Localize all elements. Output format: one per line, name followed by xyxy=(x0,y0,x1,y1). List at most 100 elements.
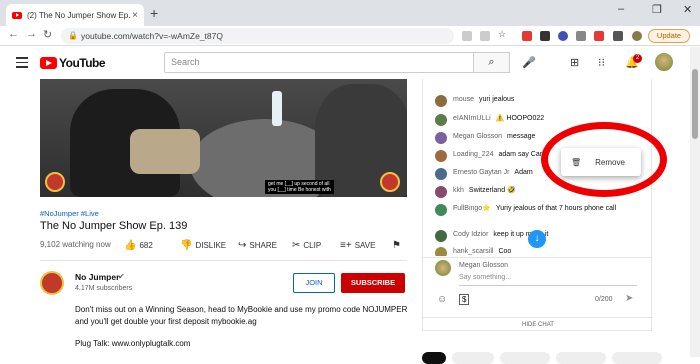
filter-chip[interactable] xyxy=(422,352,446,364)
live-chat-panel: mouse yuri jealous eIANImULLi ⚠️ HOOPO022 … xyxy=(422,79,653,331)
chat-avatar xyxy=(435,247,447,256)
bookmark-star-icon[interactable]: ☆ xyxy=(498,29,508,39)
dislike-button[interactable]: 👎 DISLIKE xyxy=(180,240,226,251)
forward-icon[interactable]: → xyxy=(26,28,37,40)
scroll-to-bottom-button[interactable]: ↓ xyxy=(528,230,546,248)
divider xyxy=(40,260,407,261)
video-person-legs xyxy=(130,129,200,174)
hide-chat-button[interactable]: HIDE CHAT xyxy=(423,317,653,328)
search-icon: ⌕ xyxy=(488,56,495,68)
chat-text: Switzerland 🤣 xyxy=(468,187,516,194)
extension-1-icon[interactable] xyxy=(522,31,532,41)
share-label: SHARE xyxy=(249,241,277,250)
new-tab-button[interactable]: + xyxy=(150,5,158,21)
filter-chip[interactable] xyxy=(452,352,494,364)
microphone-icon[interactable]: 🎤 xyxy=(522,56,536,69)
account-avatar[interactable] xyxy=(655,53,673,71)
extensions-puzzle-icon[interactable] xyxy=(613,31,623,41)
search-input[interactable]: Search xyxy=(164,52,474,73)
save-label: SAVE xyxy=(354,241,376,250)
chat-author: mouse xyxy=(453,96,475,103)
chat-input-field[interactable]: Say something... xyxy=(459,274,637,286)
menu-icon[interactable] xyxy=(16,57,28,71)
join-button[interactable]: JOIN xyxy=(293,273,335,293)
chat-author: Ernesto Gaytan Jr xyxy=(453,169,510,176)
caption-line-2: you [__] time Be honest with xyxy=(268,187,331,193)
maximize-button[interactable]: ❐ xyxy=(652,3,662,16)
extension-4-icon[interactable] xyxy=(576,31,586,41)
video-player[interactable]: get me [__] up second of all you [__] ti… xyxy=(40,79,407,197)
subscribe-button[interactable]: SUBSCRIBE xyxy=(341,273,405,293)
share-page-icon[interactable] xyxy=(480,31,490,41)
chat-text: yuri jealous xyxy=(479,96,515,103)
chat-text: Yuriy jealous of that 7 hours phone call xyxy=(495,205,617,212)
filter-chip[interactable] xyxy=(612,352,662,364)
video-hashtags[interactable]: #NoJumper #Live xyxy=(40,209,99,218)
plug-talk-link[interactable]: Plug Talk: www.onlyplugtalk.com xyxy=(75,339,190,348)
tab-title: (2) The No Jumper Show Ep. 139 xyxy=(27,10,132,20)
chat-text: Adam xyxy=(514,169,533,176)
flag-icon: ⚑ xyxy=(392,240,401,251)
chat-avatar xyxy=(435,150,447,162)
video-bottle xyxy=(272,91,282,126)
send-icon[interactable]: ➤ xyxy=(625,293,633,304)
report-button[interactable]: ⚑ xyxy=(392,240,401,251)
youtube-play-icon xyxy=(40,57,57,69)
like-button[interactable]: 👍 682 xyxy=(124,240,153,251)
emoji-icon[interactable]: ☺ xyxy=(437,294,447,305)
reload-icon[interactable]: ↻ xyxy=(43,28,52,41)
extension-5-icon[interactable] xyxy=(594,31,604,41)
scrollbar-thumb[interactable] xyxy=(692,69,698,139)
url-field[interactable]: 🔒 youtube.com/watch?v=-wAmZe_t87Q xyxy=(61,28,454,44)
minimize-button[interactable]: – xyxy=(618,3,624,15)
youtube-favicon-icon xyxy=(12,11,22,19)
notification-badge: 2 xyxy=(633,54,642,63)
lock-icon: 🔒 xyxy=(68,31,78,40)
share-button[interactable]: ↪ SHARE xyxy=(238,240,277,251)
scissors-icon: ✂ xyxy=(292,240,301,251)
channel-avatar[interactable] xyxy=(40,271,64,295)
search-button[interactable]: ⌕ xyxy=(474,52,510,73)
update-button[interactable]: Update xyxy=(648,29,690,43)
filter-chip[interactable] xyxy=(500,352,550,364)
chat-message: mouse yuri jealous xyxy=(435,95,621,107)
chat-input-name: Megan Glosson xyxy=(459,262,509,269)
install-icon[interactable] xyxy=(462,31,472,41)
youtube-logo-text: YouTube xyxy=(59,56,106,70)
page-scrollbar[interactable] xyxy=(690,47,700,357)
browser-tab[interactable]: (2) The No Jumper Show Ep. 139 × xyxy=(6,4,144,26)
tab-close-button[interactable]: × xyxy=(132,10,138,21)
extension-3-icon[interactable] xyxy=(558,31,568,41)
filter-chip[interactable] xyxy=(556,352,606,364)
clip-label: CLIP xyxy=(303,241,322,250)
chat-author: Loading_224 xyxy=(453,151,494,158)
chat-avatar xyxy=(435,230,447,242)
browser-tab-strip: (2) The No Jumper Show Ep. 139 × + – ❐ ✕ xyxy=(0,0,700,26)
nojumper-watermark-right xyxy=(380,172,400,192)
thumbs-down-icon: 👎 xyxy=(180,240,193,251)
apps-grid-icon[interactable]: ⁝⁝ xyxy=(598,56,605,69)
create-video-icon[interactable]: ⊞ xyxy=(570,56,579,69)
nojumper-watermark-left xyxy=(45,172,65,192)
profile-avatar-icon[interactable] xyxy=(632,31,642,41)
close-window-button[interactable]: ✕ xyxy=(683,3,692,16)
chat-text: message xyxy=(507,133,536,140)
dislike-label: DISLIKE xyxy=(195,241,227,250)
clip-button[interactable]: ✂ CLIP xyxy=(292,240,321,251)
char-counter: 0/200 xyxy=(595,296,613,303)
chat-author: hank_scarsill xyxy=(453,248,494,255)
extension-2-icon[interactable] xyxy=(540,31,550,41)
youtube-header: YouTube Search ⌕ 🎤 ⊞ ⁝⁝ 🔔 2 xyxy=(0,47,690,79)
super-chat-icon[interactable]: $ xyxy=(459,294,470,305)
chat-avatar xyxy=(435,204,447,216)
playlist-add-icon: ≡+ xyxy=(340,240,352,251)
red-highlight-ellipse xyxy=(541,122,667,197)
youtube-logo[interactable]: YouTube xyxy=(40,56,106,70)
chat-message: FullBingo⭐ Yuriy jealous of that 7 hours … xyxy=(435,204,621,216)
channel-name[interactable]: No Jumper xyxy=(75,272,119,282)
back-icon[interactable]: ← xyxy=(8,28,19,40)
save-button[interactable]: ≡+ SAVE xyxy=(340,240,375,251)
chat-text: ⚠️ HOOPO022 xyxy=(495,115,545,122)
view-count: 9,102 watching now xyxy=(40,240,111,249)
chat-author: eIANImULLi xyxy=(453,115,491,122)
